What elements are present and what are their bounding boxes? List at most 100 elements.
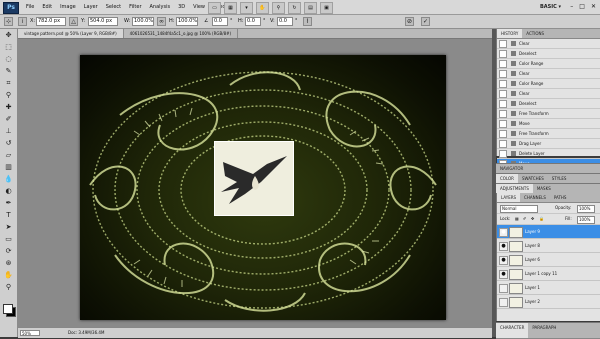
document-canvas[interactable] xyxy=(80,55,446,320)
history-snapshot-checkbox[interactable] xyxy=(499,140,507,148)
layer-row[interactable]: Layer 1 xyxy=(497,281,600,295)
quick-select-tool-icon[interactable]: ✎ xyxy=(2,66,15,77)
eye-icon[interactable]: ● xyxy=(499,270,508,279)
link-icon[interactable]: ∞ xyxy=(157,17,166,26)
history-brush-tool-icon[interactable]: ↺ xyxy=(2,138,15,149)
lock-pixels-icon[interactable]: ▦ xyxy=(515,214,519,224)
tab-history[interactable]: HISTORY xyxy=(497,29,523,38)
warp-icon[interactable]: ⌇ xyxy=(303,17,312,26)
lasso-tool-icon[interactable]: ◌ xyxy=(2,54,15,65)
cancel-transform-icon[interactable]: ⊘ xyxy=(405,17,414,26)
relative-position-icon[interactable]: △ xyxy=(69,17,78,26)
3d-rotate-tool-icon[interactable]: ⟳ xyxy=(2,246,15,257)
close-icon[interactable]: ✕ xyxy=(591,2,596,12)
eraser-tool-icon[interactable]: ▱ xyxy=(2,150,15,161)
v-skew-field[interactable]: 0.0 xyxy=(277,17,293,26)
history-snapshot-checkbox[interactable] xyxy=(499,60,507,68)
blend-mode-select[interactable]: Normal xyxy=(500,205,538,213)
move-tool-icon[interactable]: ✥ xyxy=(2,30,15,41)
tab-masks[interactable]: MASKS xyxy=(533,184,555,193)
clone-stamp-tool-icon[interactable]: ⊥ xyxy=(2,126,15,137)
3d-orbit-tool-icon[interactable]: ⊛ xyxy=(2,258,15,269)
history-item[interactable]: Free Transform xyxy=(497,109,600,119)
reference-point-icon[interactable]: ⁞ xyxy=(18,17,27,26)
tab-navigator[interactable]: NAVIGATOR xyxy=(496,164,527,173)
lock-position-icon[interactable]: ✥ xyxy=(531,214,534,224)
tab-actions[interactable]: ACTIONS xyxy=(522,29,548,38)
history-item[interactable]: Move xyxy=(497,119,600,129)
gradient-tool-icon[interactable]: ▥ xyxy=(2,162,15,173)
history-snapshot-checkbox[interactable] xyxy=(499,130,507,138)
tool-preset-icon[interactable]: ⊹ xyxy=(4,17,13,26)
menu-edit[interactable]: Edit xyxy=(38,0,56,14)
maximize-icon[interactable]: □ xyxy=(579,2,585,12)
menu-3d[interactable]: 3D xyxy=(174,0,189,14)
tab-styles[interactable]: STYLES xyxy=(548,174,571,183)
history-item[interactable]: Clear xyxy=(497,69,600,79)
history-snapshot-checkbox[interactable] xyxy=(499,70,507,78)
shape-tool-icon[interactable]: ▭ xyxy=(2,234,15,245)
swallow-photo-layer[interactable] xyxy=(214,141,294,216)
history-item[interactable]: Drag Layer xyxy=(497,139,600,149)
history-item[interactable]: Delete Layer xyxy=(497,149,600,159)
eye-icon[interactable] xyxy=(499,284,508,293)
tab-paragraph[interactable]: PARAGRAPH xyxy=(528,323,560,338)
pen-tool-icon[interactable]: ✒ xyxy=(2,198,15,209)
lock-paint-icon[interactable]: ✐ xyxy=(523,214,526,224)
history-snapshot-checkbox[interactable] xyxy=(499,80,507,88)
menu-file[interactable]: File xyxy=(22,0,38,14)
lock-all-icon[interactable]: 🔒 xyxy=(539,214,544,224)
mini-bridge-icon[interactable]: ▦ xyxy=(224,2,237,14)
tab-color[interactable]: COLOR xyxy=(496,174,518,183)
eye-icon[interactable]: ● xyxy=(499,228,508,237)
crop-tool-icon[interactable]: ⌗ xyxy=(2,78,15,89)
angle-field[interactable]: 0.0 xyxy=(212,17,228,26)
history-item[interactable]: Clear xyxy=(497,89,600,99)
layer-row[interactable]: ● Layer 1 copy 11 xyxy=(497,267,600,281)
menu-filter[interactable]: Filter xyxy=(125,0,145,14)
menu-view[interactable]: View xyxy=(189,0,209,14)
tab-paths[interactable]: PATHS xyxy=(550,193,571,202)
tab-channels[interactable]: CHANNELS xyxy=(520,193,550,202)
menu-image[interactable]: Image xyxy=(56,0,80,14)
hand-tool-icon[interactable]: ✋ xyxy=(2,270,15,281)
h-skew-field[interactable]: 0.0 xyxy=(245,17,261,26)
layer-row[interactable]: ● Layer 8 xyxy=(497,239,600,253)
tab-character[interactable]: CHARACTER xyxy=(496,323,529,338)
tab-swatches[interactable]: SWATCHES xyxy=(518,174,548,183)
history-item[interactable]: Deselect xyxy=(497,49,600,59)
history-snapshot-checkbox[interactable] xyxy=(499,100,507,108)
marquee-tool-icon[interactable]: ⬚ xyxy=(2,42,15,53)
zoom-field[interactable]: 50% xyxy=(20,330,40,336)
layer-row[interactable]: ● Layer 9 xyxy=(497,225,600,239)
history-snapshot-checkbox[interactable] xyxy=(499,40,507,48)
blur-tool-icon[interactable]: 💧 xyxy=(2,174,15,185)
eye-icon[interactable]: ● xyxy=(499,242,508,251)
menu-analysis[interactable]: Analysis xyxy=(146,0,175,14)
minimize-icon[interactable]: – xyxy=(570,2,573,12)
hand-tool-icon[interactable]: ✋ xyxy=(256,2,269,14)
bridge-icon[interactable]: ▭ xyxy=(208,2,221,14)
workspace-switcher[interactable]: BASIC ▾ xyxy=(540,2,561,12)
layer-row[interactable]: Layer 2 xyxy=(497,295,600,309)
width-field[interactable]: 100.0% xyxy=(132,17,154,26)
tab-layers[interactable]: LAYERS xyxy=(497,193,521,202)
history-snapshot-checkbox[interactable] xyxy=(499,150,507,158)
document-tab-swallow-photo[interactable]: 4061026531_1484f4a5c1_o.jpg @ 100% (RGB/… xyxy=(124,29,239,38)
history-item[interactable]: Free Transform xyxy=(497,129,600,139)
x-field[interactable]: 782.0 px xyxy=(36,17,66,26)
history-item[interactable]: Clear xyxy=(497,39,600,49)
healing-brush-tool-icon[interactable]: ✚ xyxy=(2,102,15,113)
fill-field[interactable]: 100% xyxy=(577,216,595,224)
tab-adjustments[interactable]: ADJUSTMENTS xyxy=(496,184,533,193)
height-field[interactable]: 100.0% xyxy=(176,17,198,26)
eyedropper-tool-icon[interactable]: ⚲ xyxy=(2,90,15,101)
history-snapshot-checkbox[interactable] xyxy=(499,50,507,58)
menu-select[interactable]: Select xyxy=(102,0,125,14)
history-item[interactable]: Color Range xyxy=(497,59,600,69)
history-snapshot-checkbox[interactable] xyxy=(499,120,507,128)
arrange-documents-icon[interactable]: ▤ xyxy=(304,2,317,14)
type-tool-icon[interactable]: T xyxy=(2,210,15,221)
y-field[interactable]: 504.0 px xyxy=(88,17,118,26)
layer-row[interactable]: ● Layer 6 xyxy=(497,253,600,267)
